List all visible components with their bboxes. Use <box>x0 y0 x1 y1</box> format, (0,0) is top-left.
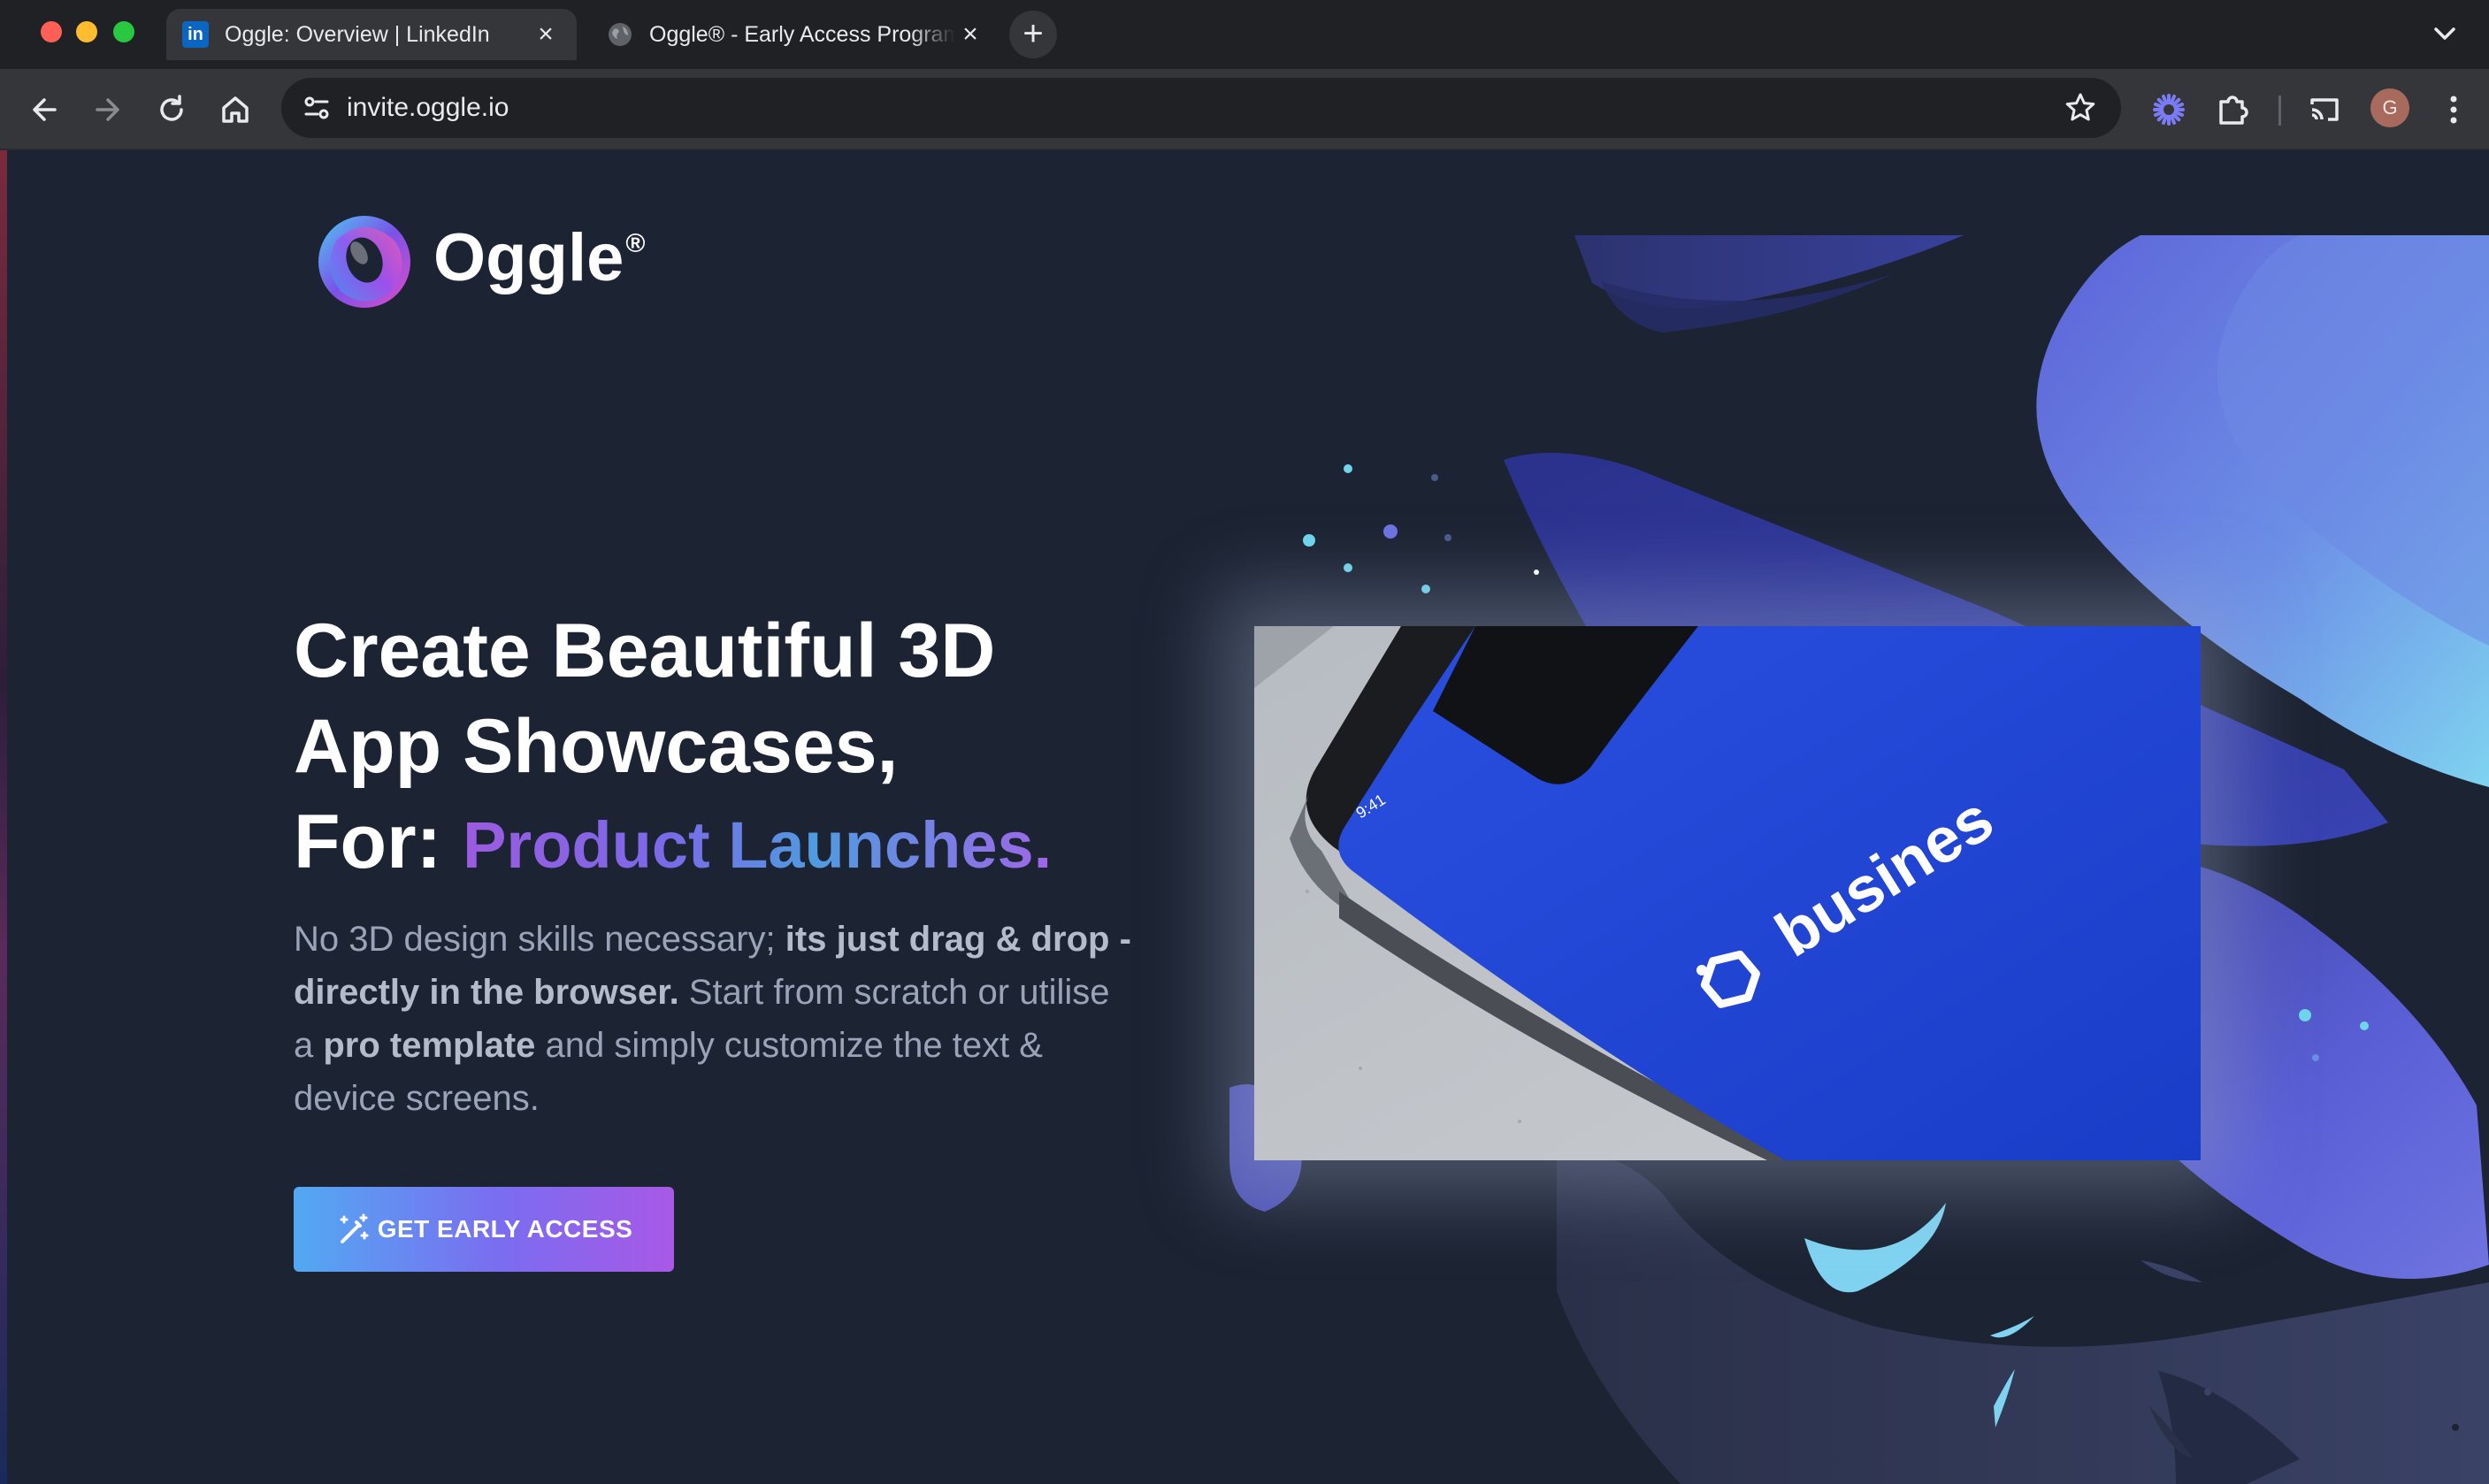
hero-subtext: No 3D design skills necessary; its just … <box>294 920 1131 1118</box>
tab-oggle-early-access[interactable]: Oggle® - Early Access Program × <box>591 9 1001 60</box>
profile-avatar[interactable]: G <box>2370 88 2409 127</box>
back-arrow-icon[interactable] <box>23 88 65 131</box>
window-zoom-button[interactable] <box>113 21 134 42</box>
tab-linkedin[interactable]: in Oggle: Overview | LinkedIn × <box>166 9 577 60</box>
hero-headline: Create Beautiful 3D App Showcases, For: … <box>294 603 1178 893</box>
page-viewport: Oggle® Create Beautiful 3D App Showcases… <box>0 150 2489 1484</box>
cta-label: GET EARLY ACCESS <box>377 1215 633 1243</box>
new-tab-button[interactable]: + <box>1009 11 1057 58</box>
cast-icon[interactable] <box>2303 88 2346 131</box>
browser-tab-bar: in Oggle: Overview | LinkedIn × Oggle® -… <box>0 0 2489 69</box>
tab-close-icon[interactable]: × <box>955 19 985 50</box>
linkedin-icon: in <box>182 21 209 48</box>
tab-title: Oggle: Overview | LinkedIn <box>225 21 490 47</box>
address-bar[interactable]: invite.oggle.io <box>281 78 2121 138</box>
extensions-puzzle-icon[interactable] <box>2211 88 2254 131</box>
magic-wand-icon <box>340 1213 369 1243</box>
bookmark-star-icon[interactable] <box>2063 90 2098 126</box>
window-edge <box>0 150 7 1484</box>
headline-line-2: App Showcases, <box>294 704 899 789</box>
phone-showcase-image: 9:41 busines <box>1254 626 2201 1160</box>
window-minimize-button[interactable] <box>76 21 97 42</box>
more-menu-icon[interactable] <box>2432 88 2475 131</box>
window-close-button[interactable] <box>41 21 62 42</box>
headline-rotating-word: Product Launches. <box>463 808 1053 882</box>
headline-line-1: Create Beautiful 3D <box>294 608 996 693</box>
tab-title: Oggle® - Early Access Program <box>649 21 955 47</box>
brand-name[interactable]: Oggle® <box>433 219 645 296</box>
url-text[interactable]: invite.oggle.io <box>347 93 509 123</box>
get-early-access-button[interactable]: GET EARLY ACCESS <box>294 1187 674 1272</box>
chevron-down-icon[interactable] <box>2427 16 2462 51</box>
globe-icon <box>607 21 633 48</box>
tab-close-icon[interactable]: × <box>531 19 561 50</box>
home-icon[interactable] <box>214 88 257 131</box>
browser-toolbar: invite.oggle.io G <box>0 69 2489 150</box>
headline-line-3-prefix: For: <box>294 799 463 884</box>
site-settings-icon[interactable] <box>299 90 334 126</box>
oggle-logo-icon[interactable] <box>310 205 419 315</box>
reload-icon[interactable] <box>150 88 193 131</box>
extension-asterisk-icon[interactable] <box>2148 88 2190 131</box>
forward-arrow-icon[interactable] <box>87 88 129 131</box>
toolbar-divider <box>2278 96 2281 126</box>
